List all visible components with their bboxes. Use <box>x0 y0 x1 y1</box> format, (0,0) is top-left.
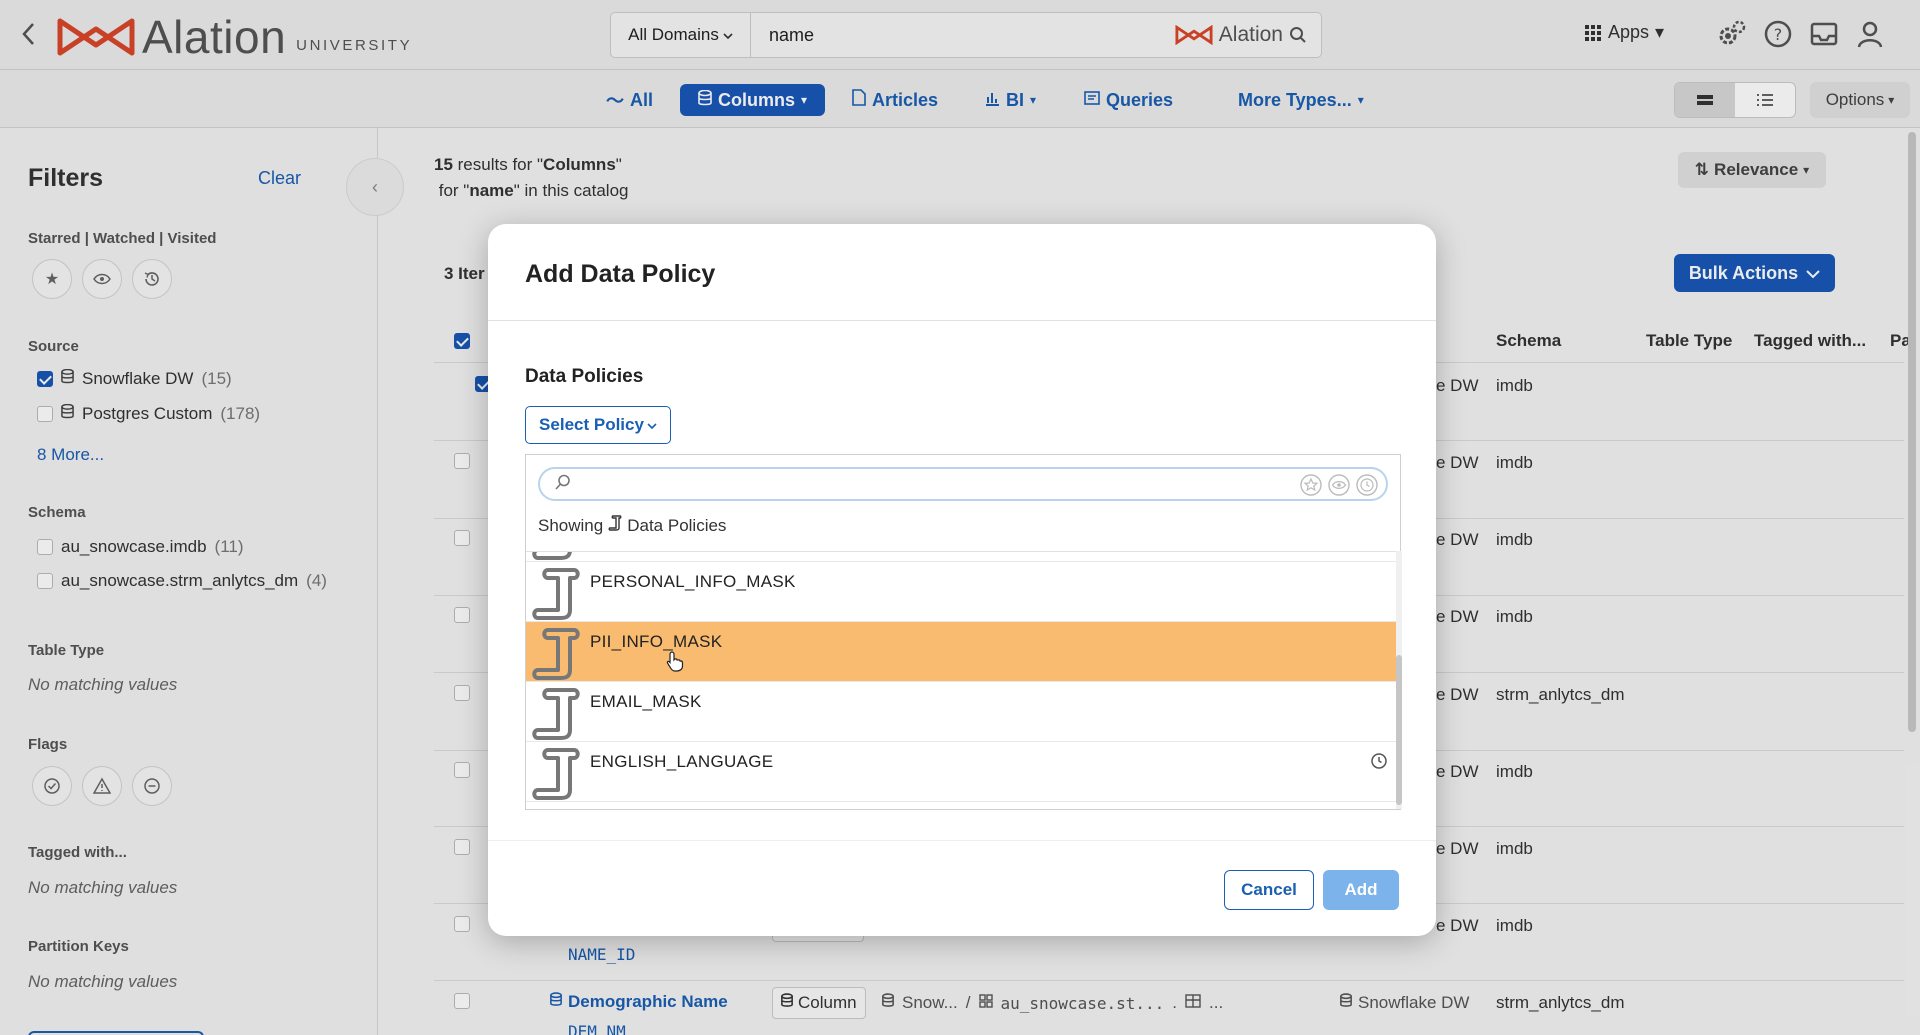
policy-name: EMAIL_MASK <box>590 692 702 711</box>
policy-scroll-icon <box>530 552 582 562</box>
policy-list-item[interactable]: EMAIL_MASK <box>526 682 1401 742</box>
dialog-title: Add Data Policy <box>525 260 716 288</box>
policy-list-item-partial[interactable] <box>526 552 1401 562</box>
policy-name: PII_INFO_MASK <box>590 632 723 651</box>
clock-icon[interactable] <box>1356 474 1378 501</box>
add-button[interactable]: Add <box>1323 870 1399 910</box>
policy-scroll-icon <box>530 566 582 622</box>
policy-picker: Showing Data Policies PERSONAL_INFO_MASK <box>525 454 1402 810</box>
policy-scroll-icon <box>530 686 582 742</box>
policy-search-input[interactable] <box>538 467 1388 501</box>
add-data-policy-dialog: Add Data Policy Data Policies Select Pol… <box>488 224 1436 936</box>
policy-list: PERSONAL_INFO_MASK PII_INFO_MASK EMAIL_M… <box>526 551 1402 809</box>
cancel-button[interactable]: Cancel <box>1224 870 1314 910</box>
policy-name: ENGLISH_LANGUAGE <box>590 752 774 771</box>
select-policy-label: Select Policy <box>539 415 644 434</box>
dialog-divider <box>488 320 1436 321</box>
mouse-pointer-icon <box>666 650 684 677</box>
policy-list-scrollbar[interactable] <box>1396 655 1402 805</box>
data-policies-label: Data Policies <box>525 366 644 387</box>
search-filter-tools <box>1300 474 1378 501</box>
showing-label: Showing Data Policies <box>538 515 726 536</box>
policy-name: PERSONAL_INFO_MASK <box>590 572 796 591</box>
select-policy-button[interactable]: Select Policy <box>525 406 671 444</box>
search-icon <box>554 473 572 496</box>
policy-scroll-icon <box>530 626 582 682</box>
chevron-down-icon <box>647 415 657 435</box>
star-icon[interactable] <box>1300 474 1322 501</box>
policy-list-item[interactable]: ENGLISH_LANGUAGE <box>526 742 1401 802</box>
eye-icon[interactable] <box>1328 474 1350 501</box>
showing-type: Data Policies <box>627 515 727 535</box>
policy-scroll-icon <box>608 515 622 536</box>
dialog-footer-divider <box>488 840 1436 841</box>
policy-list-item-highlighted[interactable]: PII_INFO_MASK <box>526 622 1401 682</box>
policy-list-item[interactable]: PERSONAL_INFO_MASK <box>526 562 1401 622</box>
showing-prefix: Showing <box>538 515 604 535</box>
policy-scroll-icon <box>530 746 582 802</box>
clock-icon <box>1370 752 1388 775</box>
